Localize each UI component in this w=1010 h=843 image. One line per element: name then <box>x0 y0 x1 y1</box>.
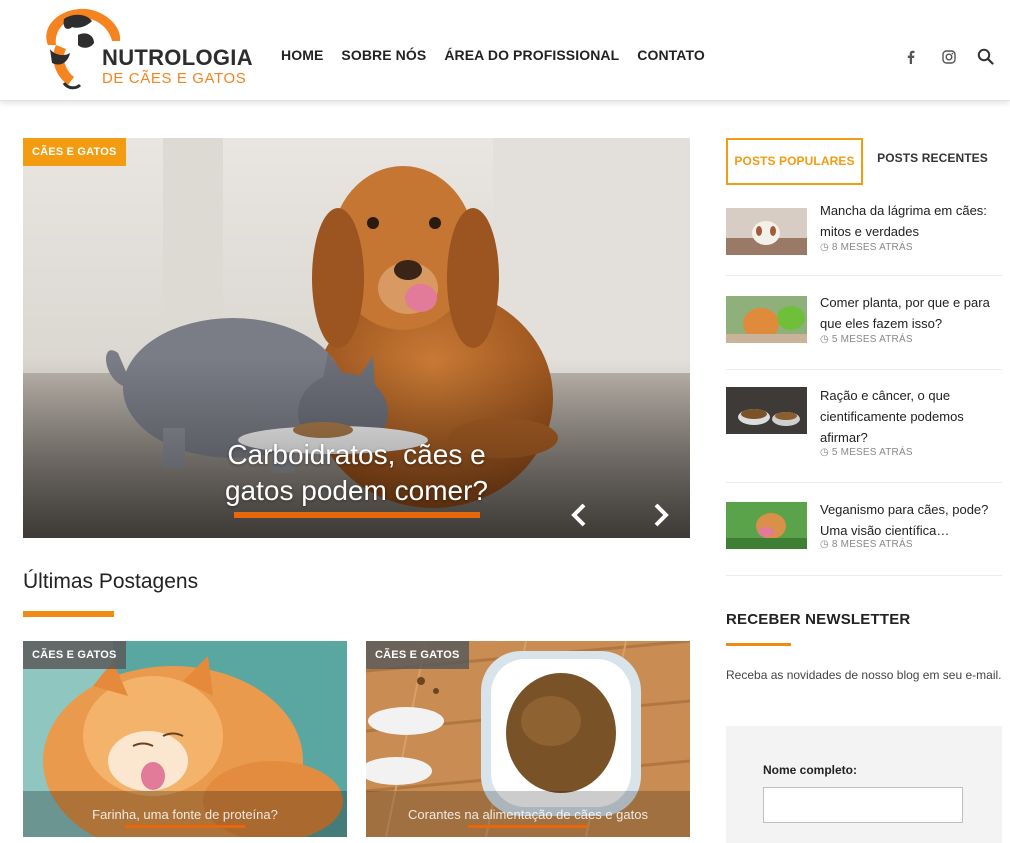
thumbnail-kibble <box>726 387 807 434</box>
post-category-badge[interactable]: CÃES E GATOS <box>366 641 469 669</box>
popular-post-thumbnail[interactable] <box>726 387 807 434</box>
slide-title[interactable]: Carboidratos, cães e gatos podem comer? <box>23 437 690 509</box>
popular-post-item[interactable]: Veganismo para cães, pode? Uma visão cie… <box>726 499 1002 576</box>
post-title-underline <box>125 825 245 828</box>
facebook-icon[interactable] <box>905 50 917 64</box>
post-title[interactable]: Farinha, uma fonte de proteína? <box>23 807 347 822</box>
popular-post-title[interactable]: Veganismo para cães, pode? Uma visão cie… <box>820 499 1004 541</box>
popular-post-thumbnail[interactable] <box>726 296 807 343</box>
thumbnail-dog-veggies <box>726 502 807 549</box>
slider-prev-button[interactable] <box>565 500 595 530</box>
chevron-right-icon <box>654 503 669 527</box>
instagram-icon[interactable] <box>942 50 956 64</box>
post-card[interactable]: CÃES E GATOS Farinha, uma fonte de prote… <box>23 641 347 837</box>
popular-post-item[interactable]: Mancha da lágrima em cães: mitos e verda… <box>726 200 1002 276</box>
newsletter-name-input[interactable] <box>763 787 963 823</box>
slide-title-underline <box>234 512 480 518</box>
popular-post-thumbnail[interactable] <box>726 208 807 255</box>
site-header: NUTROLOGIA DE CÃES E GATOS HOME SOBRE NÓ… <box>0 0 1010 101</box>
newsletter-form <box>726 726 1002 843</box>
latest-posts-heading: Últimas Postagens <box>23 570 199 593</box>
logo-subtitle: DE CÃES E GATOS <box>102 70 247 87</box>
popular-post-date: ◷ 8 MESES ATRÁS <box>820 539 913 550</box>
newsletter-heading: RECEBER NEWSLETTER <box>726 611 911 628</box>
popular-post-title[interactable]: Ração e câncer, o que cientificamente po… <box>820 385 1004 448</box>
popular-post-title[interactable]: Mancha da lágrima em cães: mitos e verda… <box>820 200 1004 242</box>
popular-post-item[interactable]: Ração e câncer, o que cientificamente po… <box>726 385 1002 483</box>
newsletter-underline <box>726 643 791 646</box>
popular-post-item[interactable]: Comer planta, por que e para que eles fa… <box>726 292 1002 370</box>
post-category-badge[interactable]: CÃES E GATOS <box>23 641 126 669</box>
newsletter-name-label: Nome completo: <box>763 763 858 777</box>
popular-post-date: ◷ 5 MESES ATRÁS <box>820 334 913 345</box>
clock-icon: ◷ <box>820 539 829 550</box>
clock-icon: ◷ <box>820 334 829 345</box>
thumbnail-cat-plant <box>726 296 807 343</box>
main-nav: HOME SOBRE NÓS ÁREA DO PROFISSIONAL CONT… <box>281 47 723 63</box>
thumbnail-dog-tear <box>726 208 807 255</box>
slider-next-button[interactable] <box>645 500 675 530</box>
popular-post-title[interactable]: Comer planta, por que e para que eles fa… <box>820 292 1004 334</box>
slide-category-badge[interactable]: CÃES E GATOS <box>23 138 126 166</box>
search-icon[interactable] <box>977 48 994 65</box>
tab-posts-populares[interactable]: POSTS POPULARES <box>726 138 863 185</box>
site-logo[interactable]: NUTROLOGIA DE CÃES E GATOS <box>34 5 264 93</box>
post-card[interactable]: CÃES E GATOS Corantes na alimentação de … <box>366 641 690 837</box>
logo-title: NUTROLOGIA <box>102 45 253 70</box>
slide-title-line-1: Carboidratos, cães e <box>227 439 486 470</box>
popular-post-date: ◷ 5 MESES ATRÁS <box>820 447 913 458</box>
clock-icon: ◷ <box>820 447 829 458</box>
tab-posts-recentes[interactable]: POSTS RECENTES <box>870 138 995 178</box>
popular-post-thumbnail[interactable] <box>726 502 807 549</box>
nav-contato[interactable]: CONTATO <box>637 47 705 63</box>
post-title[interactable]: Corantes na alimentação de cães e gatos <box>366 807 690 822</box>
newsletter-description: Receba as novidades de nosso blog em seu… <box>726 668 1002 682</box>
chevron-left-icon <box>571 503 586 527</box>
nav-home[interactable]: HOME <box>281 47 323 63</box>
nav-area-do-profissional[interactable]: ÁREA DO PROFISSIONAL <box>444 47 619 63</box>
clock-icon: ◷ <box>820 242 829 253</box>
post-title-underline <box>468 825 588 828</box>
popular-post-date: ◷ 8 MESES ATRÁS <box>820 242 913 253</box>
nav-sobre-nos[interactable]: SOBRE NÓS <box>341 47 426 63</box>
latest-posts-underline <box>23 611 114 617</box>
